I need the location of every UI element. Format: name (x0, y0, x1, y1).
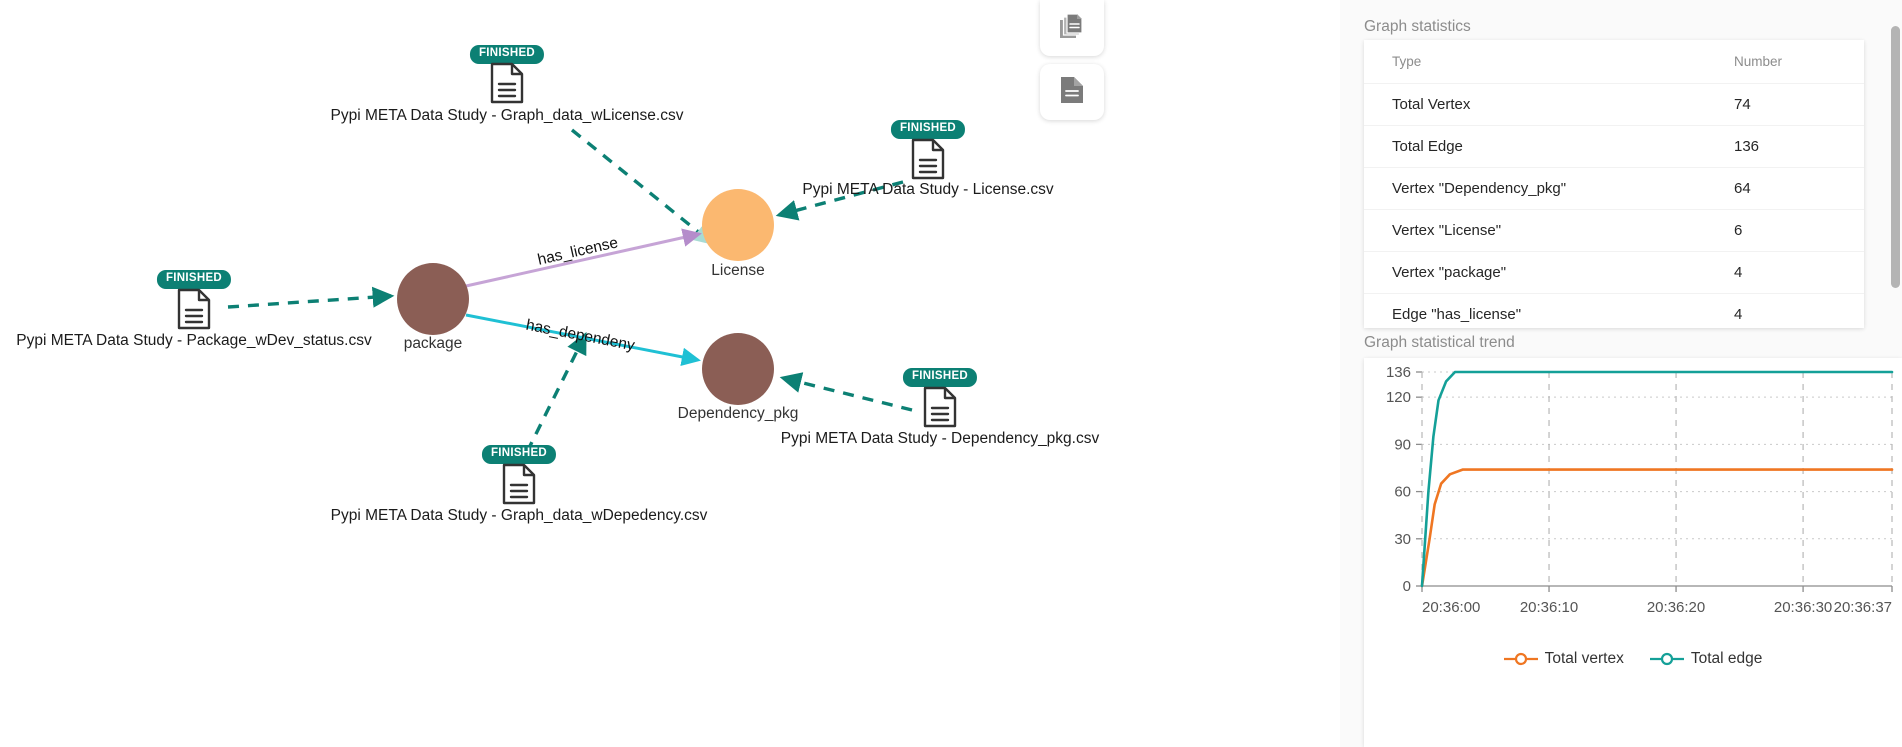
node-label-dependency-pkg: Dependency_pkg (677, 405, 799, 422)
y-axis-tick-label: 90 (1394, 436, 1411, 453)
graph-statistics-title: Graph statistics (1364, 18, 1471, 35)
x-axis-tick-label: 20:36:20 (1647, 599, 1705, 616)
x-axis-tick-label: 20:36:30 (1774, 599, 1832, 616)
status-badge: FINISHED (156, 270, 232, 289)
status-badge: FINISHED (902, 368, 978, 387)
column-header-type: Type (1392, 54, 1422, 69)
document-icon[interactable] (909, 138, 947, 185)
cell-type: Vertex "Dependency_pkg" (1364, 167, 1734, 210)
cell-type: Total Edge (1364, 125, 1734, 168)
status-badge: FINISHED (890, 120, 966, 139)
cell-number: 4 (1734, 251, 1864, 294)
table-row[interactable]: Total Vertex 74 (1364, 83, 1864, 126)
single-document-icon (1059, 75, 1085, 110)
edge-graph-dep-csv-to-dep (525, 331, 587, 453)
column-header-number: Number (1734, 54, 1783, 69)
table-row[interactable]: Total Edge 136 (1364, 125, 1864, 168)
graph-trend-card[interactable]: 0 30 60 90 120 136 20:36:00 20:36:10 20:36:20 20:… (1364, 358, 1902, 747)
y-axis-tick-label: 0 (1403, 578, 1411, 595)
edge-graph-license-csv-to-license (570, 128, 715, 246)
file-label: Pypi META Data Study - Graph_data_wLicen… (330, 107, 684, 124)
edge-dep-csv-to-dep (779, 372, 913, 412)
legend-label-total-edge: Total edge (1690, 650, 1763, 667)
file-label: Pypi META Data Study - Dependency_pkg.cs… (780, 430, 1100, 447)
cell-number: 64 (1734, 167, 1864, 210)
file-label: Pypi META Data Study - Graph_data_wDeped… (330, 507, 708, 524)
graph-trend-title: Graph statistical trend (1364, 334, 1515, 351)
status-badge: FINISHED (469, 45, 545, 64)
trend-chart: 0 30 60 90 120 136 20:36:00 20:36:10 20:36:20 20:… (1386, 364, 1894, 616)
document-icon[interactable] (500, 463, 538, 510)
cell-number: 4 (1734, 293, 1864, 328)
legend-marker-total-edge (1649, 652, 1684, 666)
legend-item-total-vertex[interactable]: Total vertex (1503, 650, 1624, 668)
statistics-table: Type Number Total Vertex 74 Total Edge 136 V… (1364, 40, 1864, 328)
x-axis-tick-label: 20:36:10 (1520, 599, 1578, 616)
node-dependency-pkg (702, 333, 774, 405)
panel-scrollbar[interactable] (1891, 26, 1900, 288)
status-badge: FINISHED (481, 445, 557, 464)
table-row[interactable]: Vertex "Dependency_pkg" 64 (1364, 167, 1864, 210)
y-axis-tick-label: 120 (1386, 389, 1411, 406)
node-label-package: package (403, 335, 463, 352)
cell-number: 6 (1734, 209, 1864, 252)
x-axis-tick-label: 20:36:37 (1834, 599, 1892, 616)
single-document-button[interactable] (1040, 64, 1104, 120)
file-label: Pypi META Data Study - License.csv (802, 181, 1054, 198)
chart-legend: Total vertex Total edge (1364, 650, 1902, 668)
statistics-table-body: Total Vertex 74 Total Edge 136 Vertex "Depen… (1364, 83, 1864, 328)
document-icon[interactable] (488, 62, 526, 109)
cell-type: Vertex "License" (1364, 209, 1734, 252)
edge-package-csv-to-package (227, 286, 395, 309)
table-row[interactable]: Vertex "package" 4 (1364, 251, 1864, 294)
node-label-license: License (711, 262, 765, 279)
document-icon[interactable] (921, 386, 959, 433)
node-license (702, 189, 774, 261)
cell-type: Vertex "package" (1364, 251, 1734, 294)
y-axis-tick-label: 136 (1386, 364, 1411, 381)
graph-statistics-card[interactable]: Type Number Total Vertex 74 Total Edge 136 V… (1364, 40, 1864, 328)
multi-document-button[interactable] (1040, 0, 1104, 56)
cell-type: Total Vertex (1364, 83, 1734, 126)
legend-label-total-vertex: Total vertex (1544, 650, 1624, 667)
document-icon[interactable] (175, 288, 213, 335)
node-package (397, 263, 469, 335)
table-row[interactable]: Vertex "License" 6 (1364, 209, 1864, 252)
legend-item-total-edge[interactable]: Total edge (1649, 650, 1763, 668)
x-axis-tick-label: 20:36:00 (1422, 599, 1480, 616)
cell-type: Edge "has_license" (1364, 293, 1734, 328)
y-axis-tick-label: 60 (1394, 484, 1411, 501)
graph-canvas[interactable]: package License Dependency_pkg has_licen… (0, 0, 1340, 747)
cell-number: 136 (1734, 125, 1864, 168)
table-header-row: Type Number (1364, 40, 1864, 84)
table-row[interactable]: Edge "has_license" 4 (1364, 293, 1864, 328)
y-axis-tick-label: 30 (1394, 531, 1411, 548)
chart-series-total-vertex (1420, 468, 1894, 588)
cell-number: 74 (1734, 83, 1864, 126)
file-label: Pypi META Data Study - Package_wDev_stat… (16, 332, 372, 349)
legend-marker-total-vertex (1503, 652, 1538, 666)
chart-series-total-edge (1420, 370, 1894, 588)
multi-document-icon (1057, 11, 1087, 46)
app-root: package License Dependency_pkg has_licen… (0, 0, 1902, 747)
right-pane: Graph statistics Type Number Total Verte… (1340, 0, 1902, 747)
